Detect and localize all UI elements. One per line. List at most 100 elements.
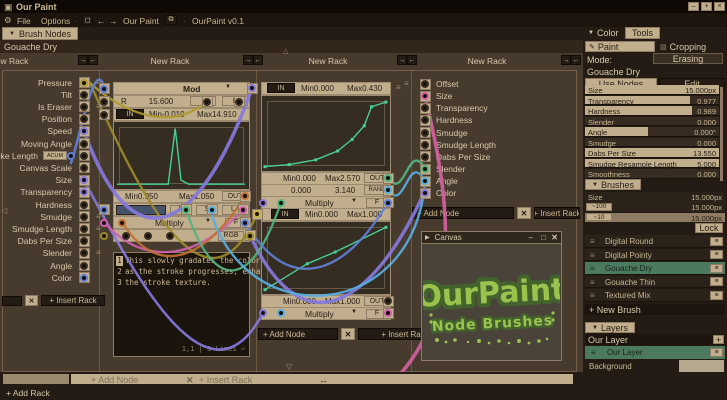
layer-item[interactable]: Background (585, 360, 725, 373)
brush-list-item[interactable]: ≡Gouache Thin≡ (585, 276, 725, 289)
lock-button[interactable]: Lock (695, 223, 723, 233)
input-port[interactable] (79, 187, 90, 198)
canvas-window[interactable]: ▶ Canvas – □ ✕ OurPaint Node Brushes (421, 231, 562, 361)
curve2-in-port[interactable] (252, 209, 263, 220)
drag-handle-icon[interactable]: ≡ (590, 291, 595, 300)
tab-tools[interactable]: Tools (625, 27, 660, 39)
output-port[interactable] (420, 91, 431, 102)
hsl-f-port[interactable] (240, 217, 251, 228)
size-chip[interactable]: ~10 (586, 213, 612, 221)
tool-slider[interactable]: Smudge Resample Length5.000 (585, 159, 719, 169)
tool-slider[interactable]: Angle0.000° (585, 127, 719, 137)
output-port[interactable] (420, 103, 431, 114)
rack-arrow-right-icon[interactable]: → (561, 55, 571, 65)
close-node-button[interactable]: ✕ (25, 295, 38, 306)
rack-arrow-right-icon[interactable]: → (78, 55, 88, 65)
input-port[interactable] (79, 199, 90, 210)
mod-out-port[interactable] (240, 191, 251, 202)
window-mode-icon[interactable]: ◻ (82, 15, 93, 25)
rand-b-value[interactable]: 3.140 (335, 186, 355, 195)
curve1-f-port[interactable] (383, 197, 394, 208)
hsl-sub-port[interactable] (121, 230, 132, 241)
row-grip-icon[interactable]: ≡ (96, 249, 101, 257)
scrollbar-segment[interactable] (3, 374, 69, 384)
add-rack-button[interactable]: + Add Rack (6, 388, 50, 398)
mod-in2-port[interactable] (99, 109, 110, 120)
input-port[interactable] (79, 162, 90, 173)
color-swatch[interactable] (116, 205, 166, 215)
curve2-f-port[interactable] (383, 308, 394, 319)
input-port[interactable] (79, 236, 90, 247)
layer-menu-icon[interactable]: ≡ (710, 348, 723, 357)
layer-group-header[interactable]: Our Layer + (585, 334, 725, 345)
canvas-close-icon[interactable]: ✕ (551, 233, 558, 242)
note-node[interactable]: 1This slowly gradates the color2as the s… (113, 252, 250, 357)
hsl-sub-port[interactable] (99, 230, 110, 241)
hsl-mode-label[interactable]: Multiply (155, 218, 184, 228)
menu-options[interactable]: Options (41, 16, 70, 26)
menu-file[interactable]: File (17, 16, 31, 26)
new-brush-button[interactable]: + New Brush (585, 304, 725, 315)
brush-list-item[interactable]: ≡Digital Round≡ (585, 235, 725, 248)
paint-tool-button[interactable]: ✎ Paint (585, 41, 655, 52)
mod-in-port[interactable] (99, 83, 110, 94)
l-port[interactable] (238, 204, 249, 215)
dropdown-arrow-icon[interactable]: ▼ (225, 84, 231, 90)
output-port[interactable] (420, 164, 431, 175)
tool-slider[interactable]: Slender0.000 (585, 117, 719, 127)
scrollbar-handle[interactable]: + Add Node ✕ + Insert Rack ↔ (71, 374, 573, 384)
dropdown-arrow-icon[interactable]: ▼ (351, 198, 357, 204)
mod-i-port[interactable] (202, 96, 213, 107)
collapse-down-icon[interactable]: ▽ (286, 362, 292, 371)
rack-arrow-left-icon[interactable]: ← (407, 55, 417, 65)
rack-arrow-left-icon[interactable]: ← (571, 55, 581, 65)
rack-arrow-left-icon[interactable]: ← (88, 55, 98, 65)
collapse-left-icon[interactable]: ◁ (1, 206, 7, 215)
input-port[interactable] (79, 89, 90, 100)
tool-slider[interactable]: Smoothness0.000 (585, 169, 719, 179)
gear-icon[interactable]: ⚙ (4, 15, 12, 26)
output-port[interactable] (420, 188, 431, 199)
tool-slider[interactable]: Size15.000px (585, 85, 719, 95)
input-port[interactable] (79, 138, 90, 149)
rand-a-value[interactable]: 0.000 (291, 186, 311, 195)
tool-slider[interactable]: Smudge0.000 (585, 138, 719, 148)
canvas-minimize-icon[interactable]: – (529, 233, 533, 242)
curve1-out-port[interactable] (383, 173, 394, 184)
tab-layers[interactable]: ▼ Layers (585, 322, 635, 333)
horizontal-scrollbar[interactable]: + Add Node ✕ + Insert Rack ↔ (0, 372, 583, 386)
input-port[interactable] (79, 248, 90, 259)
input-port[interactable] (79, 211, 90, 222)
mod-r-port[interactable] (99, 96, 110, 107)
tab-color[interactable]: Color (597, 28, 619, 38)
insert-rack-button[interactable]: + Insert Rack (534, 207, 580, 219)
brush-size-row[interactable]: ~10015.000px (585, 202, 725, 212)
canvas-maximize-icon[interactable]: □ (541, 233, 546, 242)
input-port[interactable] (79, 101, 90, 112)
panel-scrollbar[interactable] (720, 87, 723, 181)
output-port[interactable] (420, 79, 431, 90)
input-free-port[interactable] (66, 150, 77, 161)
output-port[interactable] (420, 176, 431, 187)
add-node-button[interactable]: + Add Node (258, 328, 338, 340)
in-chip[interactable]: IN (271, 209, 299, 219)
canvas-titlebar[interactable]: ▶ Canvas – □ ✕ (422, 232, 561, 244)
input-port[interactable] (79, 223, 90, 234)
in-chip[interactable]: IN (116, 109, 144, 119)
brush-list-item[interactable]: ≡Gouache Dry≡ (585, 262, 725, 275)
output-port[interactable] (420, 139, 431, 150)
hsl-port[interactable] (117, 217, 128, 228)
collapse-up-icon[interactable]: △ (283, 47, 288, 55)
rgb-chip[interactable]: RGB (218, 231, 244, 241)
hsl-sub-port[interactable] (143, 230, 154, 241)
minimize-button[interactable]: – (688, 2, 699, 11)
layer-item[interactable]: ≡Our Layer≡ (585, 346, 725, 359)
input-port[interactable] (79, 272, 90, 283)
h-port[interactable] (181, 204, 192, 215)
nav-forward-icon[interactable]: → (109, 16, 118, 26)
brush-menu-icon[interactable]: ≡ (710, 264, 723, 273)
brush-menu-icon[interactable]: ≡ (710, 291, 723, 300)
acum-chip[interactable]: ACUM (43, 151, 67, 160)
mod-r-value[interactable]: 15.600 (137, 97, 185, 106)
input-port[interactable] (79, 175, 90, 186)
